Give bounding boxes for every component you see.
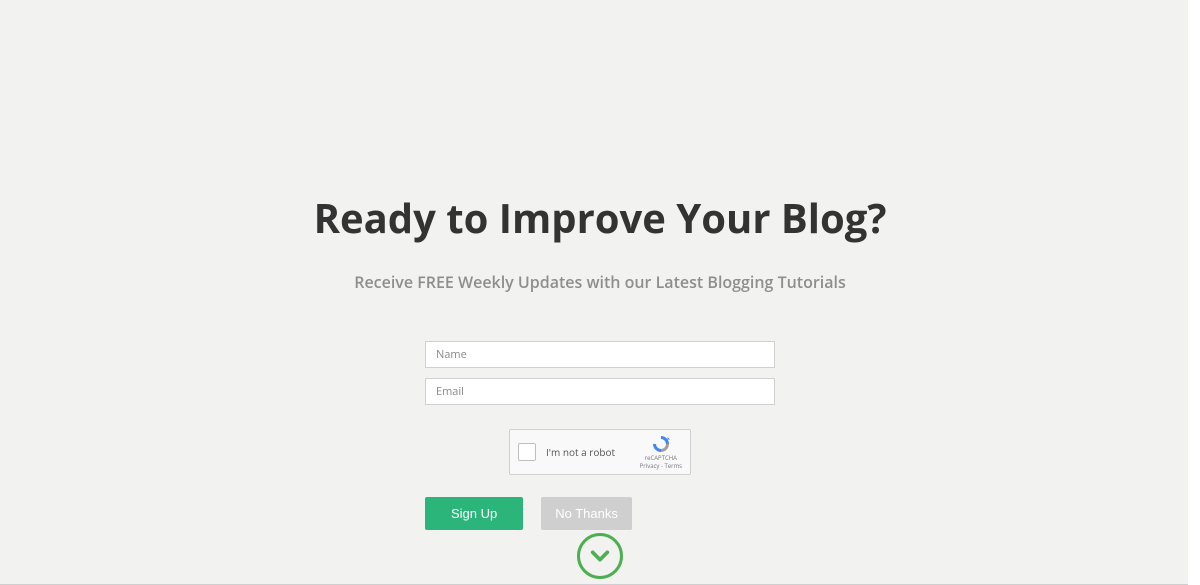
signup-modal: Ready to Improve Your Blog? Receive FREE… (0, 0, 1200, 585)
recaptcha-label: I'm not a robot (546, 445, 640, 459)
signup-form: I'm not a robot reCAPTCHA Privacy - Term… (425, 341, 775, 530)
recaptcha-badge: reCAPTCHA Privacy - Terms (640, 434, 682, 469)
chevron-down-icon (589, 545, 611, 567)
right-edge (1188, 0, 1200, 585)
recaptcha-widget: I'm not a robot reCAPTCHA Privacy - Term… (509, 429, 691, 475)
button-row: Sign Up No Thanks (425, 497, 775, 530)
email-input[interactable] (425, 378, 775, 405)
recaptcha-icon (651, 434, 671, 454)
page-heading: Ready to Improve Your Blog? (314, 190, 887, 245)
recaptcha-checkbox[interactable] (518, 443, 536, 461)
recaptcha-links: Privacy - Terms (640, 463, 682, 470)
page-subheading: Receive FREE Weekly Updates with our Lat… (354, 271, 846, 293)
signup-button[interactable]: Sign Up (425, 497, 523, 530)
name-input[interactable] (425, 341, 775, 368)
scroll-down-button[interactable] (577, 533, 623, 579)
nothanks-button[interactable]: No Thanks (541, 497, 632, 530)
